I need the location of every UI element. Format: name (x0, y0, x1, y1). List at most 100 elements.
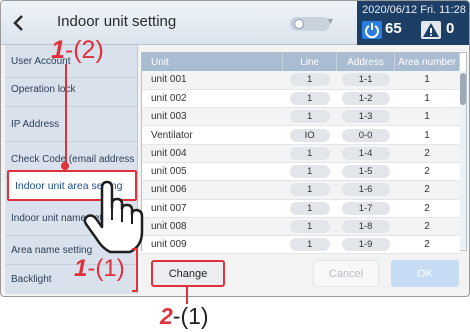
operating-count: 65 (385, 20, 402, 37)
table-row[interactable]: unit 006 1 1-6 2 (142, 180, 460, 200)
table-row[interactable]: unit 009 1 1-9 2 (142, 235, 460, 255)
address-value: 1-1 (341, 73, 390, 87)
table-scrollbar[interactable] (460, 71, 466, 249)
sidebar-item-label: Check Code (email address (11, 153, 135, 165)
address-value: 1-2 (341, 91, 390, 105)
unit-name: unit 006 (142, 180, 283, 200)
table-row[interactable]: unit 005 1 1-5 2 (142, 162, 460, 182)
alarm-count: 0 (446, 20, 455, 37)
line-cell: 1 (282, 235, 337, 255)
callout-substep: -(1) (87, 255, 125, 282)
line-value: 1 (289, 146, 330, 160)
area-number: 1 (394, 125, 460, 145)
address-cell: 0-0 (336, 125, 395, 145)
callout-step-2-1: 2-(1) (160, 305, 209, 328)
address-value: 1-8 (341, 220, 390, 234)
cancel-button[interactable]: Cancel (313, 260, 379, 287)
column-header-address: Address (336, 53, 396, 71)
address-value: 0-0 (341, 128, 390, 142)
area-number: 2 (394, 144, 460, 163)
table-row[interactable]: unit 007 1 1-7 2 (142, 199, 460, 218)
sidebar-item-operation-lock[interactable]: Operation lock (5, 72, 138, 107)
line-value: 1 (289, 110, 330, 124)
line-cell: 1 (282, 107, 337, 127)
area-number: 1 (394, 71, 460, 90)
area-number: 2 (394, 217, 460, 237)
change-button[interactable]: Change (151, 260, 225, 287)
callout-substep: -(2) (64, 36, 104, 64)
unit-name: unit 002 (142, 89, 283, 109)
unit-name: unit 003 (142, 107, 283, 127)
column-header-unit: Unit (142, 53, 284, 71)
table-row[interactable]: unit 008 1 1-8 2 (142, 217, 460, 237)
address-value: 1-6 (341, 183, 390, 197)
unit-name: unit 004 (142, 144, 283, 163)
table-row[interactable]: unit 002 1 1-2 1 (142, 89, 460, 109)
area-number: 1 (394, 107, 460, 127)
table-row[interactable]: unit 004 1 1-4 2 (142, 144, 460, 163)
address-cell: 1-6 (336, 180, 395, 200)
line-cell: IO (282, 125, 337, 145)
sidebar-item-label: IP Address (11, 118, 60, 130)
scroll-thumb[interactable] (460, 73, 466, 105)
callout-dot (61, 162, 69, 170)
line-cell: 1 (282, 162, 337, 182)
address-value: 1-4 (341, 146, 390, 160)
datetime: 2020/06/12 Fri. 11:28 (362, 4, 466, 16)
mode-toggle[interactable] (290, 17, 330, 31)
callout-number: 1 (51, 36, 65, 64)
ok-button[interactable]: OK (391, 260, 459, 287)
table-row[interactable]: unit 001 1 1-1 1 (142, 71, 460, 90)
callout-substep: -(1) (172, 303, 209, 329)
power-icon (362, 21, 382, 39)
column-header-line: Line (282, 53, 338, 71)
line-value: 1 (289, 165, 330, 179)
line-cell: 1 (282, 89, 337, 109)
area-number: 2 (394, 162, 460, 182)
callout-number: 1 (74, 255, 88, 282)
address-cell: 1-3 (336, 107, 395, 127)
address-cell: 1-5 (336, 162, 395, 182)
warning-icon (421, 21, 441, 39)
line-cell: 1 (282, 180, 337, 200)
line-cell: 1 (282, 144, 337, 163)
callout-bracket (132, 248, 138, 292)
unit-name: Ventilator (142, 125, 283, 145)
table-row[interactable]: Ventilator IO 0-0 1 (142, 125, 460, 145)
sidebar-item-ip-address[interactable]: IP Address (5, 107, 138, 142)
table-row[interactable]: unit 003 1 1-3 1 (142, 107, 460, 127)
back-icon[interactable] (9, 13, 29, 33)
address-value: 1-7 (341, 201, 390, 215)
callout-step-1-2: 1-(2) (51, 38, 104, 63)
callout-number: 2 (160, 303, 173, 329)
address-cell: 1-4 (336, 144, 395, 163)
address-value: 1-5 (341, 165, 390, 179)
address-value: 1-9 (341, 238, 390, 252)
address-value: 1-3 (341, 110, 390, 124)
address-cell: 1-7 (336, 199, 395, 218)
line-value: 1 (289, 238, 330, 252)
unit-name: unit 007 (142, 199, 283, 218)
callout-step-1-1: 1-(1) (74, 257, 125, 281)
area-number: 2 (394, 235, 460, 255)
column-header-area-number: Area number (394, 53, 460, 71)
address-cell: 1-2 (336, 89, 395, 109)
line-value: 1 (289, 201, 330, 215)
callout-leader-line (186, 286, 188, 304)
unit-name: unit 005 (142, 162, 283, 182)
area-number: 1 (394, 89, 460, 109)
callout-leader-line (65, 64, 67, 164)
line-cell: 1 (282, 71, 337, 90)
hand-pointer-icon (83, 180, 144, 254)
line-value: IO (289, 128, 330, 142)
line-value: 1 (289, 91, 330, 105)
line-value: 1 (289, 183, 330, 197)
address-cell: 1-1 (336, 71, 395, 90)
toggle-knob (294, 19, 304, 29)
address-cell: 1-8 (336, 217, 395, 237)
unit-table: Unit Line Address Area number unit 001 1 1… (141, 52, 467, 255)
sidebar-item-label: Backlight (11, 274, 52, 285)
chevron-down-icon[interactable]: ▼ (326, 16, 335, 26)
unit-name: unit 001 (142, 71, 283, 90)
status-panel: 2020/06/12 Fri. 11:28 65 0 (357, 1, 469, 45)
